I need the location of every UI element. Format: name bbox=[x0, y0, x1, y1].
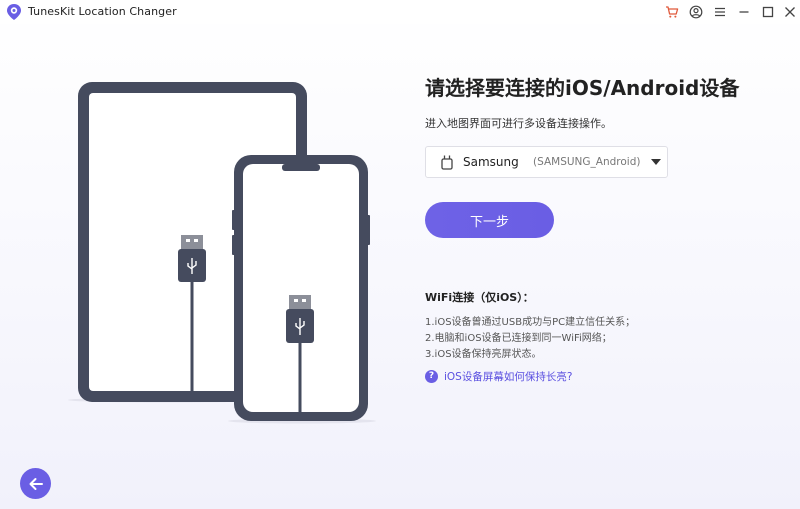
wifi-step: 1.iOS设备曾通过USB成功与PC建立信任关系； bbox=[425, 317, 636, 328]
app-title: TunesKit Location Changer bbox=[28, 5, 177, 18]
device-connection-illustration bbox=[68, 82, 376, 424]
cart-icon[interactable] bbox=[662, 2, 682, 22]
app-logo-icon bbox=[7, 4, 21, 20]
close-icon[interactable] bbox=[780, 2, 800, 22]
maximize-icon[interactable] bbox=[758, 2, 778, 22]
device-name: Samsung bbox=[463, 155, 519, 169]
page-subtitle: 进入地图界面可进行多设备连接操作。 bbox=[425, 117, 612, 130]
help-link-text: iOS设备屏幕如何保持长亮? bbox=[444, 370, 573, 383]
minimize-icon[interactable] bbox=[734, 2, 754, 22]
next-button[interactable]: 下一步 bbox=[425, 202, 554, 238]
chevron-down-icon bbox=[651, 159, 661, 165]
wifi-section-title: WiFi连接（仅iOS）： bbox=[425, 291, 534, 304]
title-bar: TunesKit Location Changer bbox=[0, 0, 800, 24]
wifi-step: 2.电脑和iOS设备已连接到同一WiFi网络； bbox=[425, 333, 612, 344]
arrow-left-icon bbox=[29, 477, 43, 490]
wifi-step: 3.iOS设备保持亮屏状态。 bbox=[425, 349, 542, 360]
android-phone-icon bbox=[441, 155, 453, 170]
page-title: 请选择要连接的iOS/Android设备 bbox=[425, 76, 740, 100]
device-select-dropdown[interactable]: Samsung (SAMSUNG_Android) bbox=[425, 146, 668, 178]
menu-icon[interactable] bbox=[710, 2, 730, 22]
account-icon[interactable] bbox=[686, 2, 706, 22]
device-id: (SAMSUNG_Android) bbox=[533, 156, 641, 168]
screen-awake-help-link[interactable]: ? iOS设备屏幕如何保持长亮? bbox=[425, 368, 572, 384]
back-button[interactable] bbox=[20, 468, 51, 499]
question-icon: ? bbox=[425, 369, 438, 383]
